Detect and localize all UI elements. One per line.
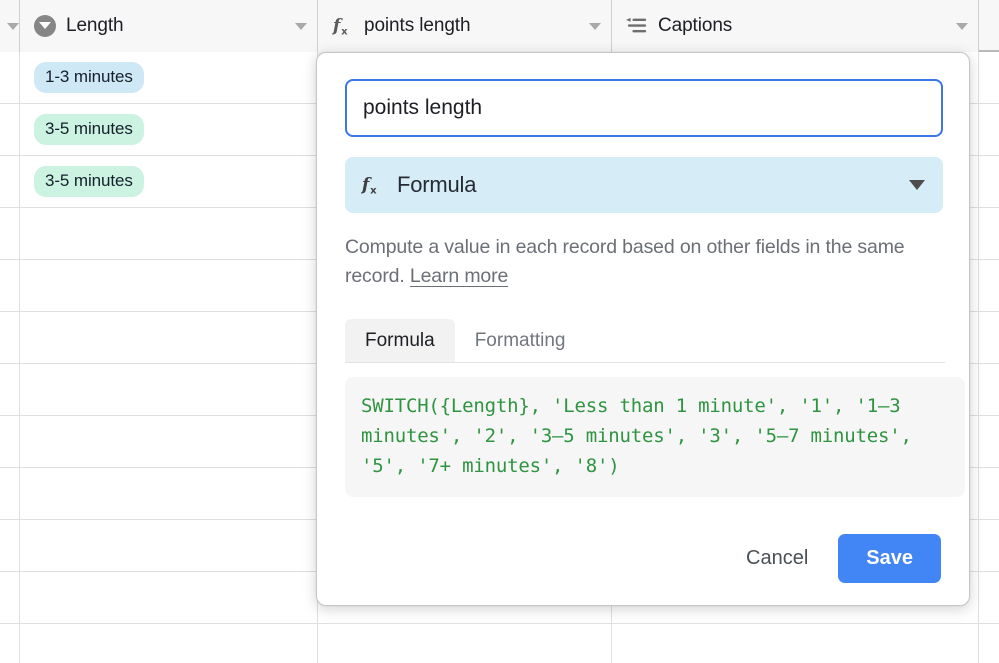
cell-length[interactable]: [20, 416, 318, 467]
formula-text: SWITCH({Length}, 'Less than 1 minute', '…: [361, 395, 923, 477]
cell-length[interactable]: 3-5 minutes: [20, 104, 318, 155]
cell-length[interactable]: 3-5 minutes: [20, 156, 318, 207]
cell-length[interactable]: [20, 208, 318, 259]
cell-stub[interactable]: [0, 520, 20, 571]
column-header-label: points length: [364, 15, 471, 36]
select-tag: 3-5 minutes: [34, 114, 144, 145]
cell-length[interactable]: [20, 520, 318, 571]
dialog-tabs: Formula Formatting: [345, 319, 945, 363]
table-row: [0, 624, 999, 663]
cell-points[interactable]: [318, 624, 612, 663]
cell-length[interactable]: 1-3 minutes: [20, 52, 318, 103]
chevron-down-icon[interactable]: [295, 22, 307, 30]
dialog-actions: Cancel Save: [730, 534, 941, 583]
cell-stub[interactable]: [0, 104, 20, 155]
long-text-icon: [626, 17, 648, 35]
field-editor-dialog: f x Formula Compute a value in each reco…: [316, 52, 970, 606]
formula-icon: f x: [361, 174, 383, 197]
field-name-input[interactable]: [345, 79, 943, 137]
cell-stub[interactable]: [0, 52, 20, 103]
column-header-label: Captions: [658, 15, 733, 36]
cell-length[interactable]: [20, 468, 318, 519]
cell-stub[interactable]: [0, 364, 20, 415]
column-header-points[interactable]: f x points length: [318, 0, 612, 52]
field-type-label: Formula: [397, 172, 477, 197]
chevron-down-icon[interactable]: [7, 22, 19, 30]
formula-icon: fx: [332, 15, 354, 38]
formula-editor[interactable]: SWITCH({Length}, 'Less than 1 minute', '…: [345, 377, 965, 497]
cell-stub[interactable]: [0, 572, 20, 623]
cell-length[interactable]: [20, 572, 318, 623]
column-header-label: Length: [66, 15, 124, 36]
grid-header-row: Length f x points length Captions: [0, 0, 999, 52]
cell-length[interactable]: [20, 624, 318, 663]
field-type-select[interactable]: f x Formula: [345, 157, 943, 213]
cell-stub[interactable]: [0, 208, 20, 259]
cell-stub[interactable]: [0, 468, 20, 519]
learn-more-link[interactable]: Learn more: [410, 265, 508, 287]
svg-text:x: x: [341, 26, 348, 37]
app-root: Length f x points length Captions 1-3 minute…: [0, 0, 999, 663]
cell-stub[interactable]: [0, 624, 20, 663]
chevron-down-icon: [909, 180, 925, 190]
chevron-down-icon[interactable]: [589, 22, 601, 30]
tab-formatting[interactable]: Formatting: [455, 319, 586, 362]
field-type-description: Compute a value in each record based on …: [345, 233, 945, 291]
cancel-button[interactable]: Cancel: [730, 537, 824, 580]
column-header-captions[interactable]: Captions: [612, 0, 979, 52]
column-header-length[interactable]: Length: [20, 0, 318, 52]
select-tag: 3-5 minutes: [34, 166, 144, 197]
cell-length[interactable]: [20, 260, 318, 311]
chevron-down-icon[interactable]: [956, 22, 968, 30]
column-header-stub[interactable]: [0, 0, 20, 52]
cell-captions[interactable]: [612, 624, 979, 663]
select-tag: 1-3 minutes: [34, 62, 144, 93]
save-button[interactable]: Save: [838, 534, 941, 583]
svg-text:x: x: [370, 185, 377, 196]
tab-formula[interactable]: Formula: [345, 319, 455, 362]
cell-length[interactable]: [20, 312, 318, 363]
cell-stub[interactable]: [0, 156, 20, 207]
cell-stub[interactable]: [0, 260, 20, 311]
cell-stub[interactable]: [0, 312, 20, 363]
single-select-icon: [34, 15, 56, 37]
cell-stub[interactable]: [0, 416, 20, 467]
cell-length[interactable]: [20, 364, 318, 415]
